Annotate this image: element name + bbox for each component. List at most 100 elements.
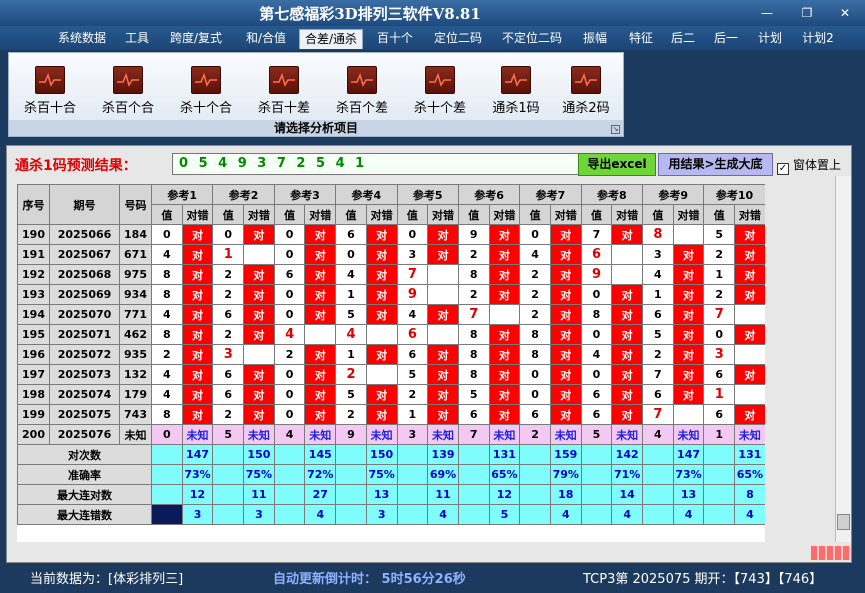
stats-value: 4 <box>611 504 643 525</box>
subheader-value: 值 <box>396 204 429 225</box>
value-cell: 1 <box>703 424 736 445</box>
stats-blank <box>212 464 245 485</box>
table-row[interactable]: 193 2025069 934 8 对 2 对 0 对 1 对 9 2 对 2 对 0 对 1 对 2 对 <box>17 284 765 305</box>
value-cell: 3 <box>703 344 736 365</box>
value-cell: 6 <box>457 404 490 425</box>
number-cell: 179 <box>119 384 152 405</box>
result-cell <box>488 304 521 325</box>
topmost-checkbox[interactable]: ✓ 窗体置上 <box>777 156 841 175</box>
ribbon-button-0[interactable]: 杀百十合 <box>13 66 87 126</box>
result-cell: 对 <box>672 364 705 385</box>
menu-item-8[interactable]: 振幅 <box>576 29 614 49</box>
result-cell: 对 <box>243 264 275 285</box>
ribbon-button-label: 杀十个差 <box>413 101 466 116</box>
value-cell: 2 <box>212 264 245 285</box>
result-cell: 对 <box>181 364 214 385</box>
value-cell: 2 <box>642 344 674 365</box>
menu-item-3[interactable]: 和/合值 <box>236 29 296 49</box>
stats-blank <box>335 444 367 465</box>
value-cell: 2 <box>151 344 183 365</box>
stats-value: 5 <box>488 504 521 525</box>
result-cell: 对 <box>611 284 643 305</box>
menu-item-0[interactable]: 系统数据 <box>52 29 112 49</box>
menu-item-4[interactable]: 合差/通杀 <box>299 29 363 49</box>
ribbon-button-3[interactable]: 杀百十差 <box>247 66 321 126</box>
stats-blank <box>151 464 183 485</box>
result-cell: 对 <box>427 244 459 265</box>
result-cell: 对 <box>672 264 705 285</box>
menu-item-12[interactable]: 计划 <box>752 29 788 49</box>
stats-label: 准确率 <box>17 464 152 485</box>
restore-icon[interactable]: ❐ <box>794 4 820 22</box>
period-cell: 2025076 <box>49 424 120 445</box>
result-cell: 对 <box>549 284 582 305</box>
stats-blank <box>519 464 551 485</box>
table-row[interactable]: 195 2025071 462 8 对 2 对 4 4 6 8 对 8 对 0 对 5 对 0 对 <box>17 324 765 345</box>
ribbon-button-5[interactable]: 杀十个差 <box>403 66 477 126</box>
result-table: 序号 期号 号码 参考1 参考2 参考3 参考4 参考5 参考6 参考7 参考8 参考9 参考10 值对错… <box>17 184 765 525</box>
table-row[interactable]: 190 2025066 184 0 对 0 对 0 对 6 对 0 对 9 对 0 对 7 对 8 5 对 <box>17 224 765 245</box>
table-row[interactable]: 192 2025068 975 8 对 2 对 6 对 4 对 7 8 对 2 对 9 4 对 1 对 <box>17 264 765 285</box>
number-cell: 184 <box>119 224 152 245</box>
subheader-result: 对错 <box>734 204 765 225</box>
result-cell: 对 <box>304 304 337 325</box>
subheader-value: 值 <box>273 204 306 225</box>
col-header-ref: 参考4 <box>335 184 398 205</box>
result-cell <box>427 284 459 305</box>
prediction-result-field[interactable]: 0 5 4 9 3 7 2 5 4 1 <box>172 153 580 175</box>
dialog-launcher-icon[interactable]: ↘ <box>611 125 620 134</box>
table-row[interactable]: 194 2025070 771 4 对 6 对 0 对 5 对 4 对 7 2 对 8 对 6 对 7 <box>17 304 765 325</box>
menu-item-2[interactable]: 跨度/复式 <box>164 29 228 49</box>
table-row[interactable]: 200 2025076 未知 0 未知 5 未知 4 未知 9 未知 3 未知 7 未知 2 未知 5 未知 4 未知 1… <box>17 424 765 445</box>
menu-item-1[interactable]: 工具 <box>118 29 156 49</box>
ribbon-button-1[interactable]: 杀百个合 <box>91 66 165 126</box>
table-row[interactable]: 196 2025072 935 2 对 3 2 对 1 对 6 对 8 对 8 对 4 对 2 对 3 <box>17 344 765 365</box>
value-cell: 2 <box>335 364 367 385</box>
number-cell: 935 <box>119 344 152 365</box>
table-row[interactable]: 198 2025074 179 4 对 6 对 0 对 5 对 2 对 5 对 0 对 6 对 6 对 1 <box>17 384 765 405</box>
ribbon-button-6[interactable]: 通杀1码 <box>479 66 553 126</box>
result-cell: 对 <box>488 404 521 425</box>
result-cell: 对 <box>304 404 337 425</box>
export-excel-button[interactable]: 导出excel <box>578 153 656 176</box>
menu-item-7[interactable]: 不定位二码 <box>496 29 568 49</box>
stats-blank <box>642 484 674 505</box>
value-cell: 5 <box>580 424 613 445</box>
menu-item-13[interactable]: 计划2 <box>796 29 840 49</box>
ribbon-button-4[interactable]: 杀百个差 <box>325 66 399 126</box>
value-cell: 4 <box>642 424 674 445</box>
chart-icon <box>191 66 221 94</box>
chart-icon <box>347 66 377 94</box>
result-cell: 对 <box>181 304 214 325</box>
menu-item-6[interactable]: 定位二码 <box>428 29 488 49</box>
minimize-icon[interactable]: — <box>754 4 780 22</box>
result-cell: 对 <box>549 304 582 325</box>
ribbon-button-7[interactable]: 通杀2码 <box>549 66 623 126</box>
value-cell: 0 <box>273 224 306 245</box>
menu-item-5[interactable]: 百十个 <box>372 29 418 49</box>
result-cell: 对 <box>181 384 214 405</box>
table-row[interactable]: 199 2025075 743 8 对 2 对 0 对 2 对 1 对 6 对 6 对 6 对 7 6 对 <box>17 404 765 425</box>
topmost-label: 窗体置上 <box>793 158 842 172</box>
result-cell: 对 <box>181 324 214 345</box>
value-cell: 4 <box>151 384 183 405</box>
result-cell: 对 <box>488 344 521 365</box>
stats-blank <box>212 484 245 505</box>
vertical-scrollbar[interactable] <box>835 176 851 542</box>
stats-blank <box>703 444 736 465</box>
table-row[interactable]: 191 2025067 671 4 对 1 0 对 0 对 3 对 2 对 4 对 6 3 对 2 对 <box>17 244 765 265</box>
stats-value: 11 <box>427 484 459 505</box>
value-cell: 2 <box>519 264 551 285</box>
result-cell <box>734 344 765 365</box>
ribbon-button-2[interactable]: 杀十个合 <box>169 66 243 126</box>
table-row[interactable]: 197 2025073 132 4 对 6 对 0 对 2 5 对 8 对 0 对 0 对 7 对 6 对 <box>17 364 765 385</box>
scrollbar-thumb[interactable] <box>837 514 850 530</box>
value-cell: 4 <box>580 344 613 365</box>
menu-item-11[interactable]: 后一 <box>706 29 746 49</box>
value-cell: 7 <box>457 304 490 325</box>
menu-item-10[interactable]: 后二 <box>666 29 700 49</box>
result-table-container: 序号 期号 号码 参考1 参考2 参考3 参考4 参考5 参考6 参考7 参考8 参考9 参考10 值对错… <box>17 184 765 542</box>
menu-item-9[interactable]: 特征 <box>620 29 662 49</box>
generate-base-button[interactable]: 用结果>生成大底 <box>658 153 773 176</box>
close-icon[interactable]: ✕ <box>832 4 858 22</box>
